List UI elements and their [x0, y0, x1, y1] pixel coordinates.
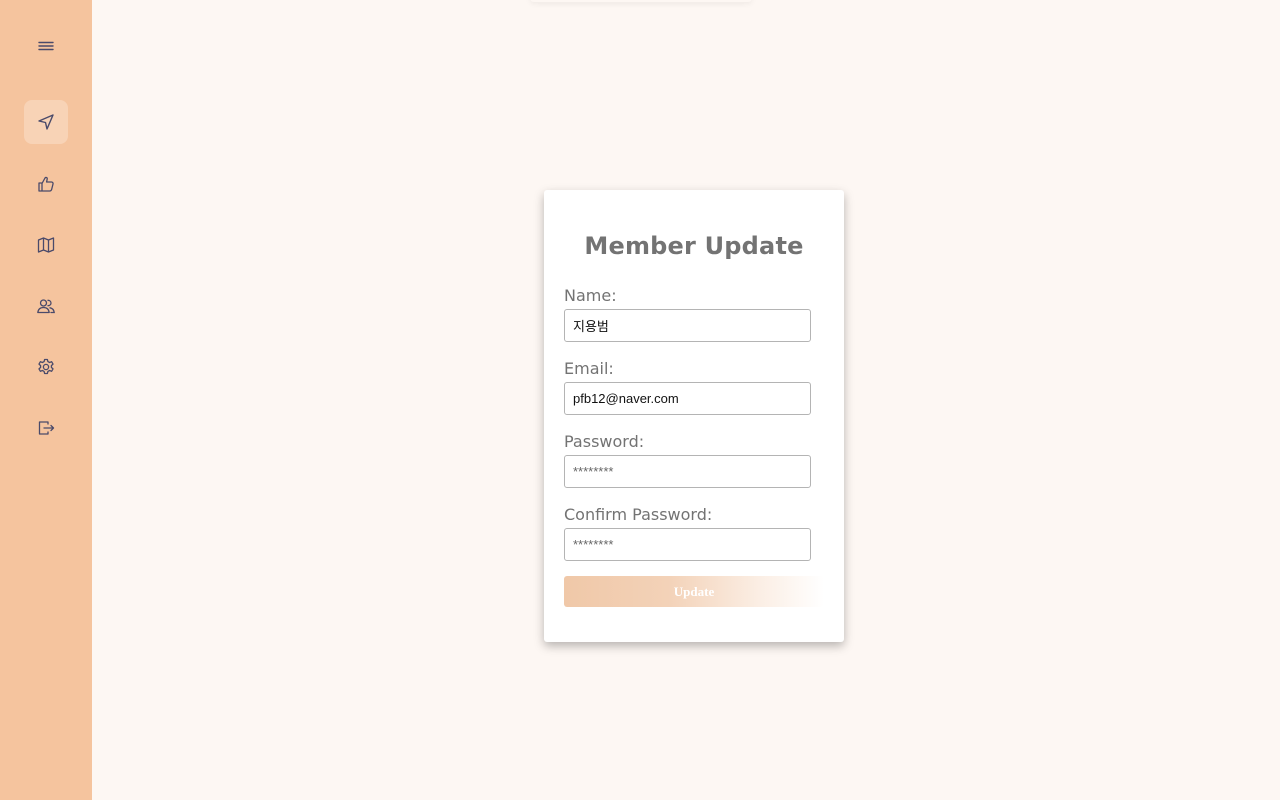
- sidebar: [0, 0, 92, 800]
- password-input[interactable]: [564, 455, 811, 488]
- password-label: Password:: [564, 432, 645, 451]
- menu-button[interactable]: [24, 24, 68, 68]
- email-input[interactable]: [564, 382, 811, 415]
- update-button[interactable]: Update: [564, 576, 824, 607]
- gear-icon: [38, 358, 54, 375]
- sidebar-item-logout[interactable]: [24, 406, 68, 450]
- confirm-password-input[interactable]: [564, 528, 811, 561]
- users-icon: [37, 299, 55, 314]
- sidebar-item-navigate[interactable]: [24, 100, 68, 144]
- sidebar-item-recommend[interactable]: [24, 162, 68, 206]
- sidebar-item-map[interactable]: [24, 223, 68, 267]
- logout-icon: [38, 421, 55, 435]
- sidebar-item-settings[interactable]: [24, 345, 68, 389]
- top-shadow-strip: [530, 0, 752, 2]
- navigation-arrow-icon: [38, 114, 54, 130]
- thumbs-up-icon: [38, 176, 54, 192]
- sidebar-item-friends[interactable]: [24, 284, 68, 328]
- confirm-password-label: Confirm Password:: [564, 505, 713, 524]
- name-label: Name:: [564, 286, 617, 305]
- map-icon: [37, 237, 55, 253]
- menu-icon: [38, 41, 54, 51]
- form-title: Member Update: [584, 232, 804, 260]
- member-update-card: Member Update Name: Email: Password: Con…: [544, 190, 844, 642]
- email-label: Email:: [564, 359, 614, 378]
- name-input[interactable]: [564, 309, 811, 342]
